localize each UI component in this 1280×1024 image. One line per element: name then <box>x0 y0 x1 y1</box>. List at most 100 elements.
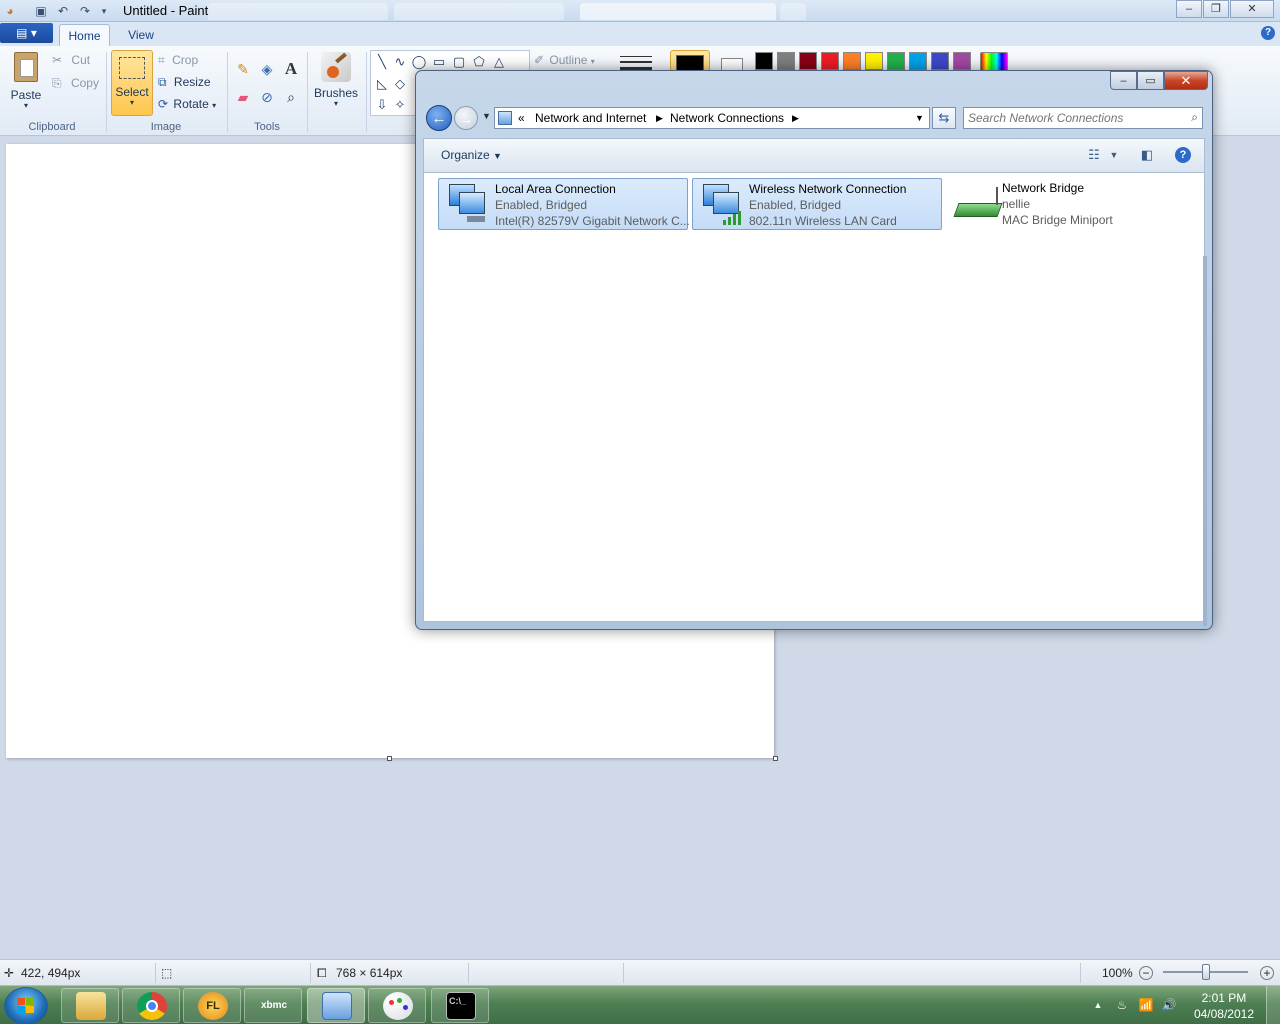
folder-icon <box>76 992 106 1020</box>
resize-handle-bottom[interactable] <box>387 756 392 761</box>
palette-swatch[interactable] <box>931 52 949 70</box>
polygon-shape-icon[interactable]: ⬠ <box>471 54 487 70</box>
command-bar: Organize ▼ ☷ ▼ ◧ ? <box>423 138 1205 172</box>
image-size: 768 × 614px <box>336 966 403 980</box>
magnifier-icon[interactable]: ⌕ <box>281 87 301 107</box>
paintbrush-icon <box>321 52 351 82</box>
taskbar-item-command-prompt[interactable]: C:\_ <box>431 988 489 1023</box>
volume-icon[interactable]: 🔊 <box>1161 997 1177 1013</box>
crop-button[interactable]: ⌗ Crop <box>158 51 198 69</box>
rotate-button[interactable]: ⟳ Rotate ▾ <box>158 95 216 113</box>
help-icon[interactable]: ? <box>1175 147 1191 163</box>
tab-view[interactable]: View <box>118 24 164 46</box>
taskbar-item-fl-studio[interactable]: FL <box>183 988 241 1023</box>
search-input[interactable] <box>968 110 1173 126</box>
arrow-down-shape-icon[interactable]: ⇩ <box>374 97 390 113</box>
oval-shape-icon[interactable]: ◯ <box>411 54 427 70</box>
taskbar-item-network-connections[interactable] <box>307 988 365 1023</box>
zoom-out-button[interactable]: − <box>1139 966 1153 980</box>
select-button[interactable]: Select ▾ <box>111 50 153 116</box>
brushes-button[interactable]: Brushes ▾ <box>312 52 360 116</box>
view-options-dropdown-icon[interactable]: ▼ <box>1104 146 1124 164</box>
taskbar-item-chrome[interactable] <box>122 988 180 1023</box>
rounded-rectangle-shape-icon[interactable]: ▢ <box>451 54 467 70</box>
preview-pane-icon[interactable]: ◧ <box>1137 146 1157 164</box>
tab-home[interactable]: Home <box>59 24 110 46</box>
address-bar[interactable]: « Network and Internet ▶ Network Connect… <box>494 107 930 129</box>
resize-button[interactable]: ⧉ Resize <box>158 73 211 91</box>
customize-quick-access-icon[interactable]: ▾ <box>96 3 112 19</box>
star-shape-icon[interactable]: ✧ <box>392 97 408 113</box>
zoom-in-button[interactable]: + <box>1260 966 1274 980</box>
curve-shape-icon[interactable]: ∿ <box>392 54 408 70</box>
diamond-shape-icon[interactable]: ◇ <box>392 76 408 92</box>
window-frame-edge <box>1203 256 1207 626</box>
list-item-wireless-network-connection[interactable]: Wireless Network Connection Enabled, Bri… <box>692 178 942 230</box>
minimize-button[interactable]: ‒ <box>1176 0 1202 18</box>
outline-button[interactable]: ✐ Outline ▾ <box>534 51 595 69</box>
close-button[interactable]: ✕ <box>1230 0 1274 18</box>
right-triangle-shape-icon[interactable]: ◺ <box>374 76 390 92</box>
palette-swatch[interactable] <box>953 52 971 70</box>
taskbar-item-xbmc[interactable]: xbmc <box>244 988 302 1023</box>
chevron-right-icon[interactable]: ▶ <box>792 111 799 125</box>
undo-icon[interactable]: ↶ <box>55 3 71 19</box>
redo-icon[interactable]: ↷ <box>77 3 93 19</box>
palette-swatch[interactable] <box>865 52 883 70</box>
chevron-right-icon[interactable]: ▶ <box>656 111 663 125</box>
palette-swatch[interactable] <box>755 52 773 70</box>
palette-swatch[interactable] <box>799 52 817 70</box>
maximize-button[interactable]: ▭ <box>1137 71 1164 90</box>
forward-button[interactable]: → <box>454 106 478 130</box>
start-button[interactable] <box>4 987 48 1024</box>
group-divider <box>227 52 228 132</box>
palette-swatch[interactable] <box>887 52 905 70</box>
change-view-icon[interactable]: ☷ <box>1084 146 1104 164</box>
color-picker-icon[interactable]: ⊘ <box>257 87 277 107</box>
xbmc-icon: xbmc <box>260 1000 288 1011</box>
paint-menu-button[interactable]: ▤ ▾ <box>0 23 53 43</box>
recent-pages-dropdown[interactable]: ▼ <box>482 111 491 121</box>
paste-button[interactable]: Paste ▾ <box>6 52 46 116</box>
line-shape-icon[interactable]: ╲ <box>374 54 390 70</box>
list-item-network-bridge[interactable]: Network Bridge nellie MAC Bridge Minipor… <box>946 178 1196 230</box>
text-tool-icon[interactable]: A <box>281 59 301 79</box>
minimize-button[interactable]: ‒ <box>1110 71 1137 90</box>
tray-app-icon[interactable]: ♨ <box>1114 997 1130 1013</box>
save-icon[interactable]: ▣ <box>33 3 49 19</box>
zoom-slider-thumb[interactable] <box>1202 964 1210 980</box>
palette-swatch[interactable] <box>843 52 861 70</box>
image-group-label: Image <box>150 121 182 133</box>
back-button[interactable]: ← <box>426 105 452 131</box>
show-desktop-button[interactable] <box>1266 986 1280 1024</box>
outline-icon: ✐ <box>534 53 545 67</box>
search-box[interactable]: ⌕ <box>963 107 1203 129</box>
palette-swatch[interactable] <box>909 52 927 70</box>
organize-button[interactable]: Organize ▼ <box>441 148 502 162</box>
triangle-shape-icon[interactable]: △ <box>491 54 507 70</box>
breadcrumb-network-and-internet[interactable]: Network and Internet <box>535 111 646 125</box>
list-item-local-area-connection[interactable]: Local Area Connection Enabled, Bridged I… <box>438 178 690 230</box>
close-button[interactable]: ✕ <box>1164 71 1208 90</box>
breadcrumb-overflow[interactable]: « <box>518 111 525 125</box>
search-icon[interactable]: ⌕ <box>1191 110 1198 125</box>
palette-swatch[interactable] <box>821 52 839 70</box>
rectangle-shape-icon[interactable]: ▭ <box>431 54 447 70</box>
cut-button[interactable]: ✂ Cut <box>52 51 90 69</box>
pencil-icon[interactable]: ✎ <box>233 59 253 79</box>
refresh-button[interactable]: ⇆ <box>932 107 956 129</box>
cut-label: Cut <box>71 53 91 67</box>
eraser-icon[interactable]: ▰ <box>233 87 253 107</box>
taskbar-item-paint[interactable] <box>368 988 426 1023</box>
address-dropdown-icon[interactable]: ▼ <box>915 111 924 125</box>
breadcrumb-network-connections[interactable]: Network Connections <box>670 111 784 125</box>
fill-bucket-icon[interactable]: ◈ <box>257 59 277 79</box>
system-clock[interactable]: 2:01 PM 04/08/2012 <box>1194 990 1254 1022</box>
copy-button[interactable]: ⎘ Copy <box>52 74 99 92</box>
show-hidden-icons-icon[interactable]: ▲ <box>1090 997 1106 1013</box>
palette-swatch[interactable] <box>777 52 795 70</box>
help-icon[interactable]: ? <box>1261 26 1275 40</box>
network-signal-icon[interactable]: 📶 <box>1138 997 1154 1013</box>
taskbar-item-explorer[interactable] <box>61 988 119 1023</box>
restore-button[interactable]: ❐ <box>1203 0 1229 18</box>
